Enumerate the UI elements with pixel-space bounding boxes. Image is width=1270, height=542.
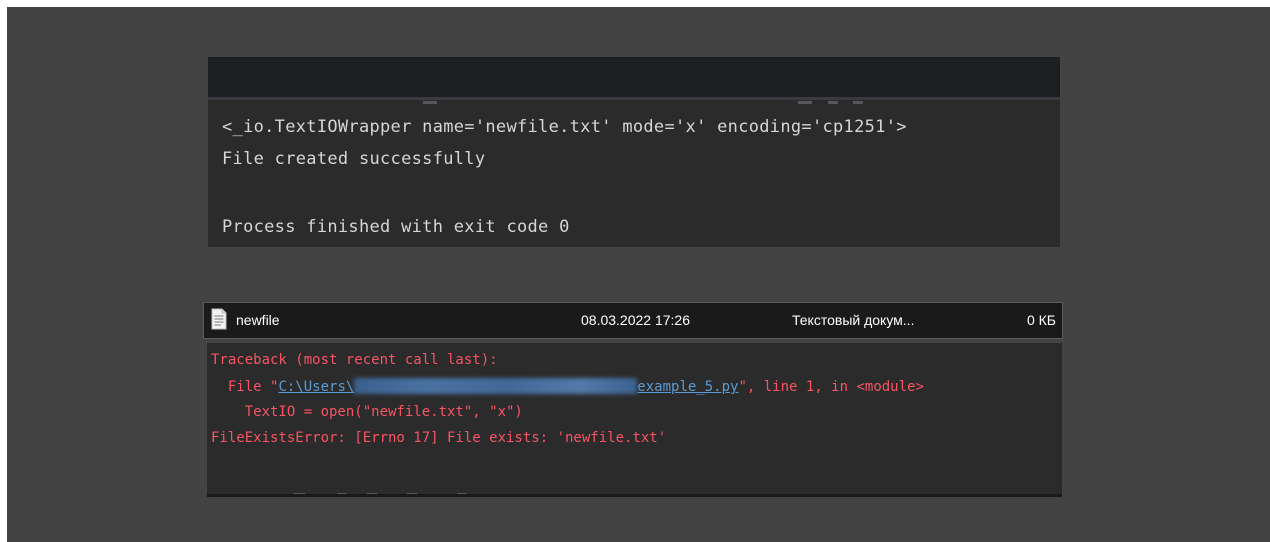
traceback-file-suffix: ", line 1, in <module> (738, 379, 924, 395)
file-path-link-end[interactable]: example_5.py (637, 379, 738, 395)
text-file-icon (211, 308, 227, 330)
cropped-text-fragment (798, 101, 812, 104)
redacted-path-blur (354, 378, 638, 394)
traceback-file-line: File "C:\Users\ example_5.py", line 1, in… (211, 378, 924, 395)
file-type: Текстовый докум... (792, 312, 915, 328)
console-output-success: <_io.TextIOWrapper name='newfile.txt' mo… (208, 57, 1060, 247)
file-date-modified: 08.03.2022 17:26 (581, 312, 690, 328)
cropped-text-fragment (828, 101, 838, 104)
explorer-file-row[interactable]: newfile 08.03.2022 17:26 Текстовый докум… (203, 302, 1063, 339)
console-toolbar (208, 57, 1060, 97)
cropped-text-fragment (853, 101, 863, 104)
traceback-header: Traceback (most recent call last): (211, 352, 498, 368)
console-line-success: File created successfully (222, 149, 486, 169)
file-size: 0 КБ (1026, 312, 1056, 328)
traceback-file-prefix: File " (211, 379, 279, 395)
cropped-text-fragment (423, 101, 437, 104)
console-line-wrapper-repr: <_io.TextIOWrapper name='newfile.txt' mo… (222, 117, 907, 137)
file-path-link-start[interactable]: C:\Users\ (278, 379, 354, 395)
console-separator (208, 97, 1060, 100)
traceback-code-line: TextIO = open("newfile.txt", "x") (211, 404, 523, 420)
console-bottom-border (207, 494, 1062, 497)
console-output-error: Traceback (most recent call last): File … (207, 343, 1062, 497)
error-message-line: FileExistsError: [Errno 17] File exists:… (211, 430, 667, 446)
file-name: newfile (236, 312, 280, 328)
console-line-exit-code: Process finished with exit code 0 (222, 217, 570, 237)
